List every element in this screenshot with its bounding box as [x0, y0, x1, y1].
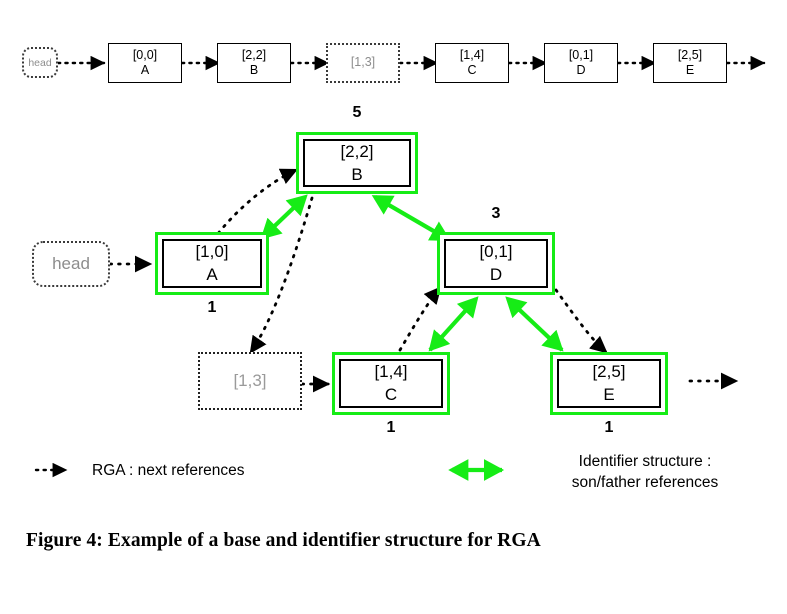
- chain-node-tombstone-id: [1,3]: [350, 55, 376, 70]
- chain-head-node: head: [22, 47, 58, 78]
- legend-sonfather-label: Identifier structure : son/father refere…: [520, 452, 770, 494]
- figure-caption: Figure 4: Example of a base and identifi…: [26, 530, 541, 551]
- tree-node-a-id: [1,0]: [195, 242, 229, 262]
- tree-next-a-b: [211, 168, 299, 242]
- tree-node-b-inner: [2,2] B: [303, 139, 411, 187]
- legend-sonfather-line2: son/father references: [571, 473, 719, 491]
- figure-container: head [0,0] A [2,2] B [1,3] [1,4] C [0,1]…: [0, 0, 787, 614]
- tree-node-e-id: [2,5]: [592, 362, 626, 382]
- chain-node-c[interactable]: [1,4] C: [435, 43, 509, 83]
- tree-head-label: head: [52, 254, 90, 273]
- tree-node-a[interactable]: [1,0] A: [155, 232, 269, 295]
- chain-node-b[interactable]: [2,2] B: [217, 43, 291, 83]
- tree-node-d-id: [0,1]: [479, 242, 513, 262]
- tree-next-d-e: [554, 288, 608, 354]
- chain-node-e[interactable]: [2,5] E: [653, 43, 727, 83]
- chain-node-d-id: [0,1]: [568, 47, 594, 62]
- tree-node-d-weight: 3: [491, 205, 501, 222]
- tree-node-a-value: A: [206, 265, 218, 284]
- chain-node-a-value: A: [140, 63, 150, 77]
- tree-node-b-value: B: [351, 164, 363, 184]
- chain-node-d-value: D: [576, 63, 586, 77]
- tree-node-b[interactable]: [2,2] B: [296, 132, 418, 194]
- tree-node-a-weight: 1: [207, 299, 217, 316]
- legend-next-label: RGA : next references: [92, 462, 245, 479]
- chain-node-e-id: [2,5]: [677, 47, 703, 62]
- tree-node-b-weight: 5: [352, 104, 362, 121]
- connector-layer: [34, 55, 766, 481]
- tree-node-c[interactable]: [1,4] C: [332, 352, 450, 415]
- tree-head-node: head: [32, 241, 110, 287]
- tree-node-tombstone[interactable]: [1,3]: [198, 352, 302, 410]
- chain-node-b-value: B: [249, 63, 259, 77]
- legend-sonfather-line1: Identifier structure :: [578, 453, 712, 470]
- tree-node-c-value: C: [384, 385, 398, 404]
- tree-node-e-inner: [2,5] E: [557, 359, 661, 408]
- tree-node-e-weight: 1: [604, 419, 614, 436]
- tree-node-c-id: [1,4]: [374, 362, 408, 382]
- sf-edge-d-e: [505, 296, 564, 352]
- chain-head-label: head: [28, 56, 52, 69]
- tree-next-c-d: [398, 286, 442, 352]
- chain-node-b-id: [2,2]: [241, 47, 267, 62]
- chain-node-d[interactable]: [0,1] D: [544, 43, 618, 83]
- chain-node-tombstone[interactable]: [1,3]: [326, 43, 400, 83]
- tree-node-b-id: [2,2]: [340, 141, 374, 161]
- tree-node-a-inner: [1,0] A: [162, 239, 262, 288]
- tree-node-e[interactable]: [2,5] E: [550, 352, 668, 415]
- tree-node-tombstone-id: [1,3]: [233, 371, 267, 390]
- tree-node-d-inner: [0,1] D: [444, 239, 548, 288]
- chain-node-e-value: E: [685, 63, 695, 77]
- chain-node-c-value: C: [467, 63, 477, 77]
- chain-node-a[interactable]: [0,0] A: [108, 43, 182, 83]
- sf-edge-d-c: [428, 296, 479, 352]
- chain-node-c-id: [1,4]: [459, 47, 485, 62]
- tree-node-c-weight: 1: [386, 419, 396, 436]
- tree-node-e-value: E: [603, 385, 615, 404]
- chain-node-a-id: [0,0]: [132, 47, 158, 62]
- tree-node-d-value: D: [489, 265, 503, 284]
- tree-node-c-inner: [1,4] C: [339, 359, 443, 408]
- tree-node-d[interactable]: [0,1] D: [437, 232, 555, 295]
